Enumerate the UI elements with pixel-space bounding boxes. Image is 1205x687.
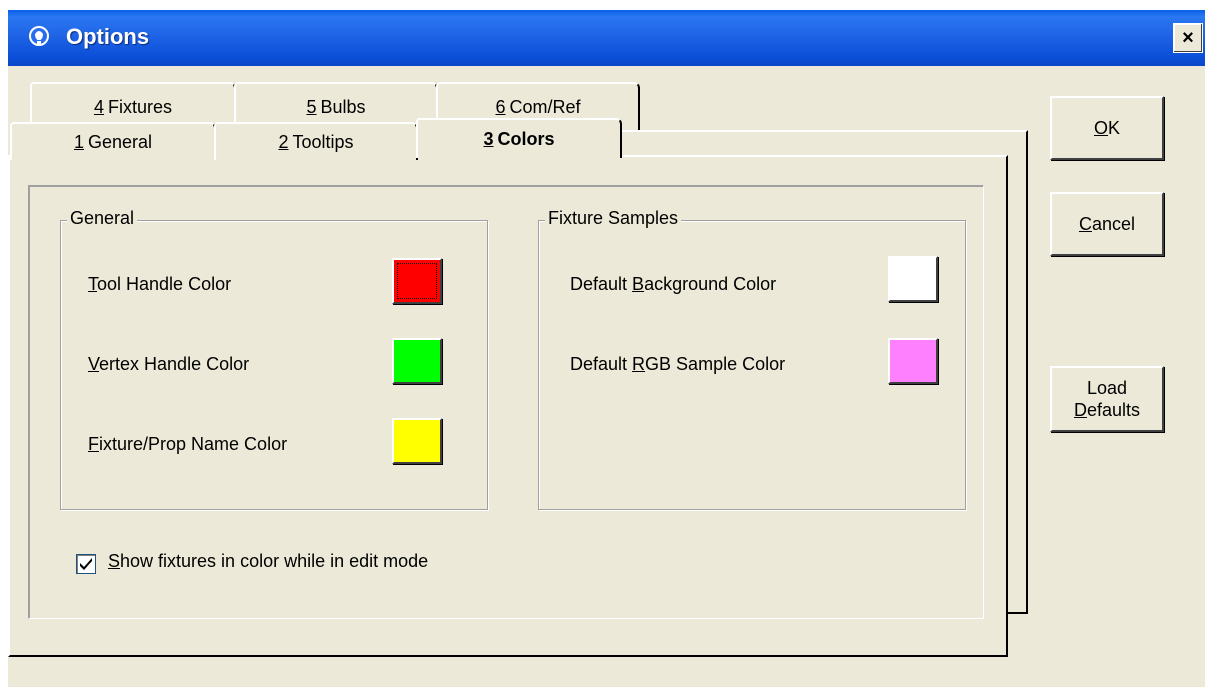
- tab-colors-number: 3: [483, 128, 494, 149]
- tab-tooltips-number: 2: [278, 131, 289, 152]
- tab-tooltips[interactable]: 2 Tooltips: [214, 122, 418, 160]
- tab-general-label: General: [87, 131, 153, 152]
- ok-button[interactable]: OK: [1050, 96, 1164, 160]
- tab-general-number: 1: [73, 131, 84, 152]
- load-defaults-line1: Load: [1086, 378, 1128, 398]
- fixture-prop-name-color-swatch[interactable]: [392, 418, 442, 464]
- fixture-prop-name-color-label: Fixture/Prop Name Color: [88, 434, 287, 455]
- default-background-color-swatch[interactable]: [888, 256, 938, 302]
- fixture-samples-group-label: Fixture Samples: [545, 208, 682, 229]
- bg-text: ackground Color: [644, 274, 777, 294]
- title-bar[interactable]: Options ×: [8, 10, 1205, 66]
- default-rgb-sample-color-label: Default RGB Sample Color: [570, 354, 785, 375]
- show-fixtures-color-checkbox[interactable]: [76, 554, 96, 574]
- load-defaults-button-label: Load Defaults: [1074, 377, 1140, 421]
- rgb-mnemonic: R: [632, 354, 646, 374]
- tab-fixtures-number: 4: [93, 96, 104, 117]
- fixture-prop-text: ixture/Prop Name Color: [99, 434, 288, 454]
- ok-text: K: [1108, 118, 1121, 138]
- tab-com-ref-label: Com/Ref: [509, 96, 581, 117]
- cancel-text: ancel: [1091, 214, 1136, 234]
- vertex-handle-mnemonic: V: [88, 354, 100, 374]
- close-button[interactable]: ×: [1173, 23, 1203, 53]
- show-fixtures-mnemonic: S: [108, 551, 121, 571]
- load-defaults-mnemonic: D: [1073, 400, 1087, 420]
- vertex-handle-color-swatch[interactable]: [392, 338, 442, 384]
- tool-handle-mnemonic: T: [88, 274, 97, 294]
- show-fixtures-color-label[interactable]: Show fixtures in color while in edit mod…: [108, 551, 428, 572]
- tab-bulbs-label: Bulbs: [320, 96, 366, 117]
- rgb-text: GB Sample Color: [645, 354, 786, 374]
- tool-handle-color-swatch[interactable]: [392, 258, 442, 304]
- vertex-handle-text: ertex Handle Color: [99, 354, 250, 374]
- cancel-button-label: Cancel: [1079, 213, 1135, 235]
- tool-handle-text: ool Handle Color: [97, 274, 232, 294]
- vertex-handle-color-label: Vertex Handle Color: [88, 354, 249, 375]
- tool-handle-color-label: Tool Handle Color: [88, 274, 231, 295]
- tab-colors[interactable]: 3 Colors: [416, 118, 622, 158]
- lightbulb-icon: [29, 26, 49, 46]
- tab-tooltips-label: Tooltips: [292, 131, 354, 152]
- close-icon: ×: [1182, 26, 1194, 49]
- tab-general[interactable]: 1 General: [10, 122, 216, 160]
- load-defaults-button[interactable]: Load Defaults: [1050, 366, 1164, 432]
- ok-mnemonic: O: [1093, 118, 1108, 138]
- fixture-prop-mnemonic: F: [88, 434, 99, 454]
- tab-fixtures-label: Fixtures: [108, 96, 173, 117]
- tab-bulbs-number: 5: [306, 96, 317, 117]
- ok-button-label: OK: [1094, 117, 1120, 139]
- bg-mnemonic: B: [632, 274, 645, 294]
- default-rgb-sample-color-swatch[interactable]: [888, 338, 938, 384]
- bg-pre: Default: [570, 274, 633, 294]
- cancel-mnemonic: C: [1078, 214, 1092, 234]
- checkmark-icon: [80, 558, 92, 570]
- tab-colors-label: Colors: [497, 128, 555, 149]
- show-fixtures-text: how fixtures in color while in edit mode: [120, 551, 429, 571]
- default-background-color-label: Default Background Color: [570, 274, 776, 295]
- options-dialog: Options × 4 Fixtures 5 Bulbs 6 Com/Ref 1 Gen…: [8, 10, 1205, 687]
- cancel-button[interactable]: Cancel: [1050, 192, 1164, 256]
- window-title: Options: [66, 24, 150, 49]
- general-group-label: General: [67, 208, 138, 229]
- load-defaults-text: efaults: [1086, 400, 1141, 420]
- rgb-pre: Default: [570, 354, 633, 374]
- tab-com-ref-number: 6: [495, 96, 506, 117]
